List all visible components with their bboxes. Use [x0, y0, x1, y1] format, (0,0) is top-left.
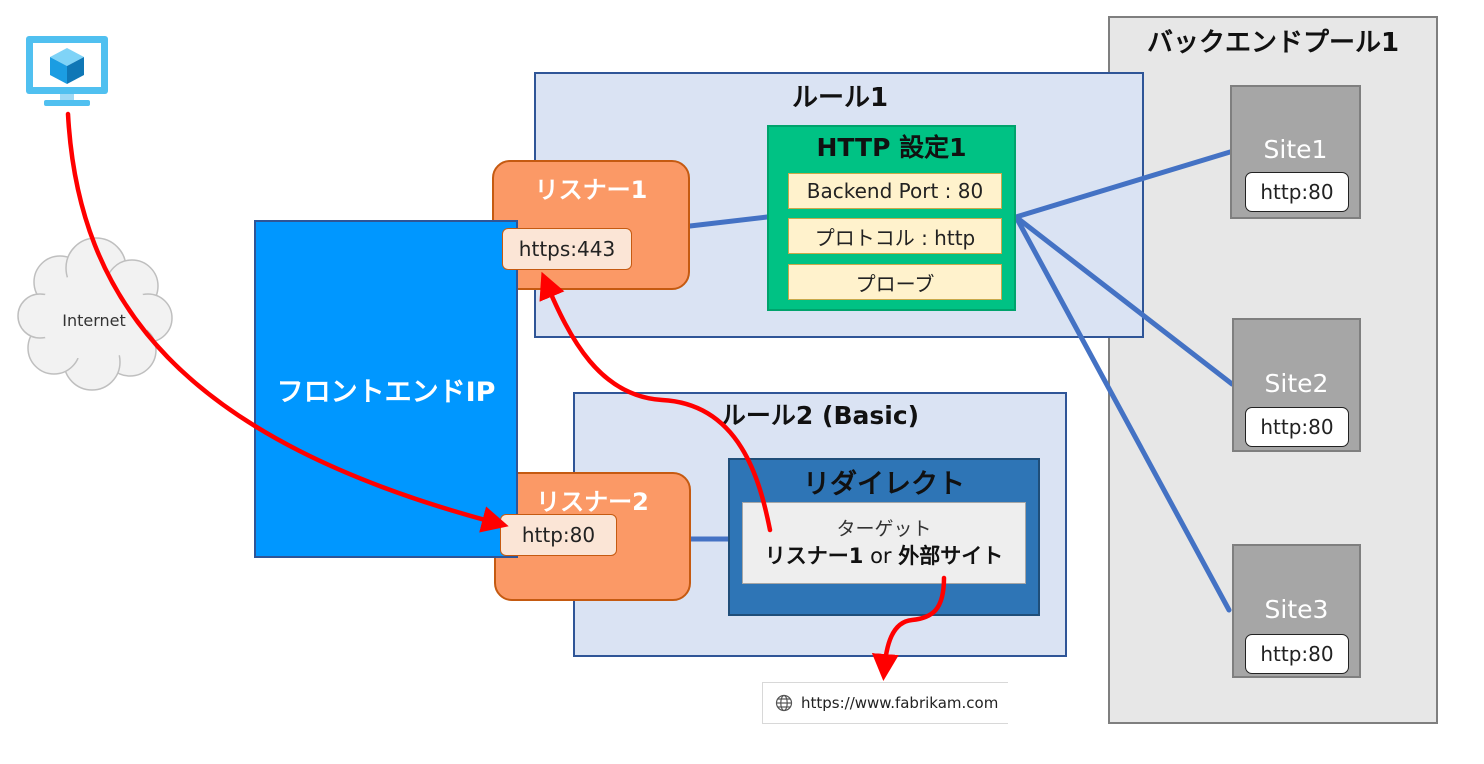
request-flow-arrows	[65, 111, 947, 681]
client-to-listener2-arrow	[65, 111, 509, 533]
redirect-to-external-site-arrow	[871, 575, 947, 681]
redirect-to-listener1-arrow	[539, 271, 773, 533]
